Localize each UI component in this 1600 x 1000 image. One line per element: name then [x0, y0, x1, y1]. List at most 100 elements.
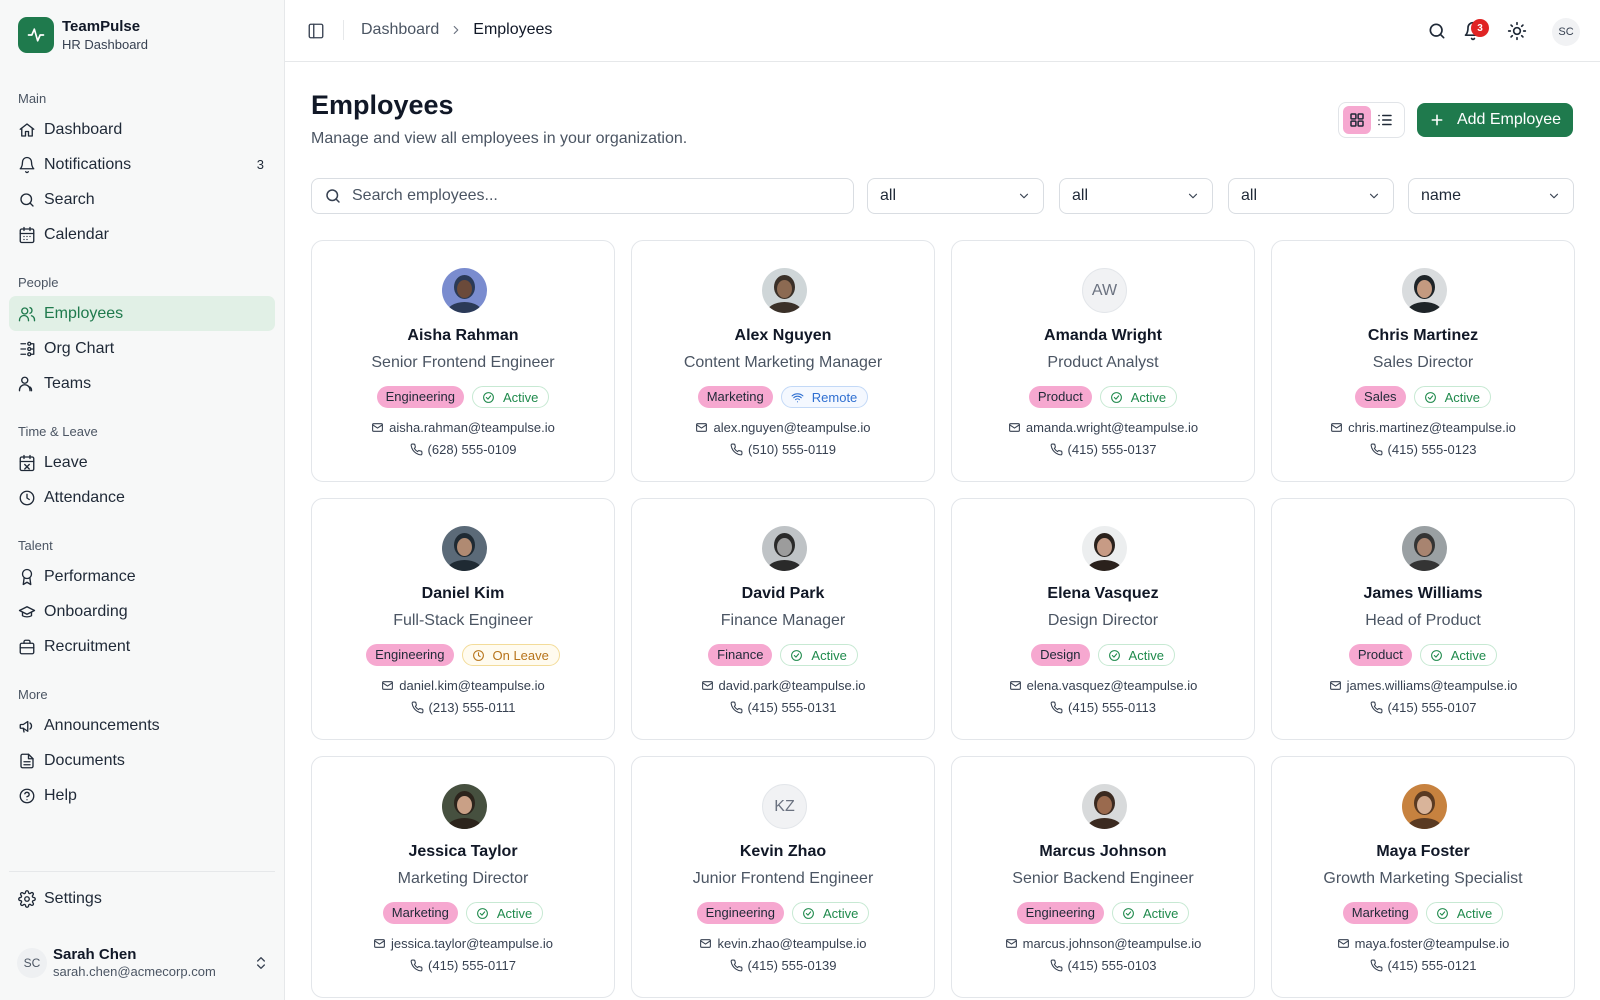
employee-phone-row: (510) 555-0119 — [632, 442, 934, 457]
status-label: Active — [502, 389, 539, 405]
sidebar-item-performance[interactable]: Performance — [9, 559, 275, 594]
employee-email[interactable]: kevin.zhao@teampulse.io — [717, 936, 866, 951]
search-field[interactable] — [311, 178, 854, 214]
employee-email-row: maya.foster@teampulse.io — [1272, 936, 1574, 951]
employee-card[interactable]: KZ Kevin Zhao Junior Frontend Engineer E… — [631, 756, 935, 998]
status-label: Active — [1456, 905, 1493, 921]
employee-card[interactable]: Elena Vasquez Design Director Design Act… — [951, 498, 1255, 740]
sun-icon[interactable] — [1507, 21, 1527, 41]
grid-view-button[interactable] — [1343, 106, 1371, 134]
employee-email[interactable]: chris.martinez@teampulse.io — [1348, 420, 1516, 435]
sidebar-item-org-chart[interactable]: Org Chart — [9, 331, 275, 366]
sidebar-item-employees[interactable]: Employees — [9, 296, 275, 331]
avatar-photo — [442, 784, 487, 829]
sort-select[interactable]: name — [1408, 178, 1574, 214]
briefcase-icon — [19, 639, 35, 654]
employee-card[interactable]: AW Amanda Wright Product Analyst Product… — [951, 240, 1255, 482]
sidebar-item-documents[interactable]: Documents — [9, 743, 275, 778]
sidebar-item-recruitment[interactable]: Recruitment — [9, 629, 275, 664]
brand[interactable]: TeamPulse HR Dashboard — [18, 17, 148, 53]
add-employee-label: Add Employee — [1456, 111, 1562, 128]
sidebar-item-attendance[interactable]: Attendance — [9, 480, 275, 515]
department-filter-select[interactable]: all — [867, 178, 1044, 214]
employee-phone[interactable]: (415) 555-0123 — [1388, 442, 1477, 457]
clock-icon — [19, 490, 35, 505]
employee-card[interactable]: Alex Nguyen Content Marketing Manager Ma… — [631, 240, 935, 482]
employee-phone[interactable]: (415) 555-0131 — [748, 700, 837, 715]
sidebar-item-search[interactable]: Search — [9, 182, 275, 217]
department-badge: Engineering — [696, 902, 784, 924]
employee-name: Kevin Zhao — [739, 843, 827, 860]
employee-phone[interactable]: (415) 555-0107 — [1388, 700, 1477, 715]
sidebar-item-dashboard[interactable]: Dashboard — [9, 112, 275, 147]
view-toggle — [1338, 102, 1405, 138]
avatar[interactable]: SC — [1552, 18, 1580, 46]
employee-card[interactable]: Chris Martinez Sales Director Sales Acti… — [1271, 240, 1575, 482]
sidebar-item-label: Search — [44, 190, 95, 208]
chevron-down-icon — [1369, 193, 1379, 199]
employee-phone[interactable]: (628) 555-0109 — [428, 442, 517, 457]
phone-icon — [730, 959, 743, 972]
employee-phone[interactable]: (510) 555-0119 — [748, 442, 836, 457]
sidebar-item-teams[interactable]: Teams — [9, 366, 275, 401]
employee-phone[interactable]: (213) 555-0111 — [429, 700, 516, 715]
employee-phone[interactable]: (415) 555-0103 — [1068, 958, 1157, 973]
employee-card[interactable]: Aisha Rahman Senior Frontend Engineer En… — [311, 240, 615, 482]
sidebar-item-help[interactable]: Help — [9, 778, 275, 813]
employee-phone[interactable]: (415) 555-0121 — [1388, 958, 1477, 973]
employee-card[interactable]: Maya Foster Growth Marketing Specialist … — [1271, 756, 1575, 998]
employee-email[interactable]: david.park@teampulse.io — [719, 678, 866, 693]
users-icon — [18, 306, 36, 321]
employee-phone[interactable]: (415) 555-0139 — [748, 958, 837, 973]
phone-icon — [1050, 443, 1063, 456]
clock-icon — [472, 649, 484, 661]
sidebar-item-announcements[interactable]: Announcements — [9, 708, 275, 743]
search-icon[interactable] — [1427, 21, 1447, 41]
employee-card[interactable]: Marcus Johnson Senior Backend Engineer E… — [951, 756, 1255, 998]
sidebar-toggle-icon[interactable] — [307, 22, 325, 40]
employee-email[interactable]: amanda.wright@teampulse.io — [1026, 420, 1198, 435]
employee-email[interactable]: aisha.rahman@teampulse.io — [389, 420, 555, 435]
nav-gap — [9, 401, 275, 419]
employee-email[interactable]: alex.nguyen@teampulse.io — [713, 420, 870, 435]
employee-card[interactable]: Jessica Taylor Marketing Director Market… — [311, 756, 615, 998]
search-icon — [20, 192, 34, 207]
sidebar-item-calendar[interactable]: Calendar — [9, 217, 275, 252]
location-filter-select[interactable]: all — [1228, 178, 1394, 214]
bell-icon — [19, 156, 35, 173]
check-circle-icon — [1108, 649, 1120, 661]
employee-phone[interactable]: (415) 555-0117 — [428, 958, 516, 973]
department-badge: Engineering — [366, 644, 454, 666]
sidebar-item-label: Dashboard — [44, 120, 123, 138]
sidebar-item-onboarding[interactable]: Onboarding — [9, 594, 275, 629]
plus-icon — [1431, 114, 1443, 126]
employee-role: Design Director — [1047, 612, 1159, 629]
employee-email[interactable]: elena.vasquez@teampulse.io — [1027, 678, 1198, 693]
sidebar-item-settings[interactable]: Settings — [9, 881, 275, 916]
employee-email[interactable]: james.williams@teampulse.io — [1347, 678, 1518, 693]
employee-email[interactable]: marcus.johnson@teampulse.io — [1023, 936, 1202, 951]
status-filter-select[interactable]: all — [1059, 178, 1213, 214]
employee-email-row: chris.martinez@teampulse.io — [1272, 420, 1574, 435]
avatar: KZ — [762, 784, 807, 829]
add-employee-button[interactable]: Add Employee — [1417, 103, 1573, 137]
user-menu[interactable]: SC Sarah Chen sarah.chen@acmecorp.com — [17, 946, 269, 980]
sidebar-item-notifications[interactable]: Notifications 3 — [9, 147, 275, 182]
employee-phone[interactable]: (415) 555-0113 — [1068, 700, 1156, 715]
status-filter-value: all — [1072, 187, 1089, 204]
employee-email[interactable]: maya.foster@teampulse.io — [1355, 936, 1510, 951]
employee-email[interactable]: daniel.kim@teampulse.io — [399, 678, 544, 693]
employee-card[interactable]: David Park Finance Manager Finance Activ… — [631, 498, 935, 740]
list-icon — [1378, 114, 1392, 126]
employee-card[interactable]: James Williams Head of Product Product A… — [1271, 498, 1575, 740]
employee-email-row: alex.nguyen@teampulse.io — [632, 420, 934, 435]
employee-phone[interactable]: (415) 555-0137 — [1068, 442, 1157, 457]
employee-email[interactable]: jessica.taylor@teampulse.io — [391, 936, 553, 951]
search-input[interactable] — [352, 187, 853, 205]
sidebar-item-leave[interactable]: Leave — [9, 445, 275, 480]
status-badge: Active — [465, 902, 544, 924]
avatar-photo — [1082, 784, 1127, 829]
employee-card[interactable]: Daniel Kim Full-Stack Engineer Engineeri… — [311, 498, 615, 740]
list-view-button[interactable] — [1371, 106, 1399, 134]
breadcrumb-dashboard[interactable]: Dashboard — [361, 21, 439, 39]
